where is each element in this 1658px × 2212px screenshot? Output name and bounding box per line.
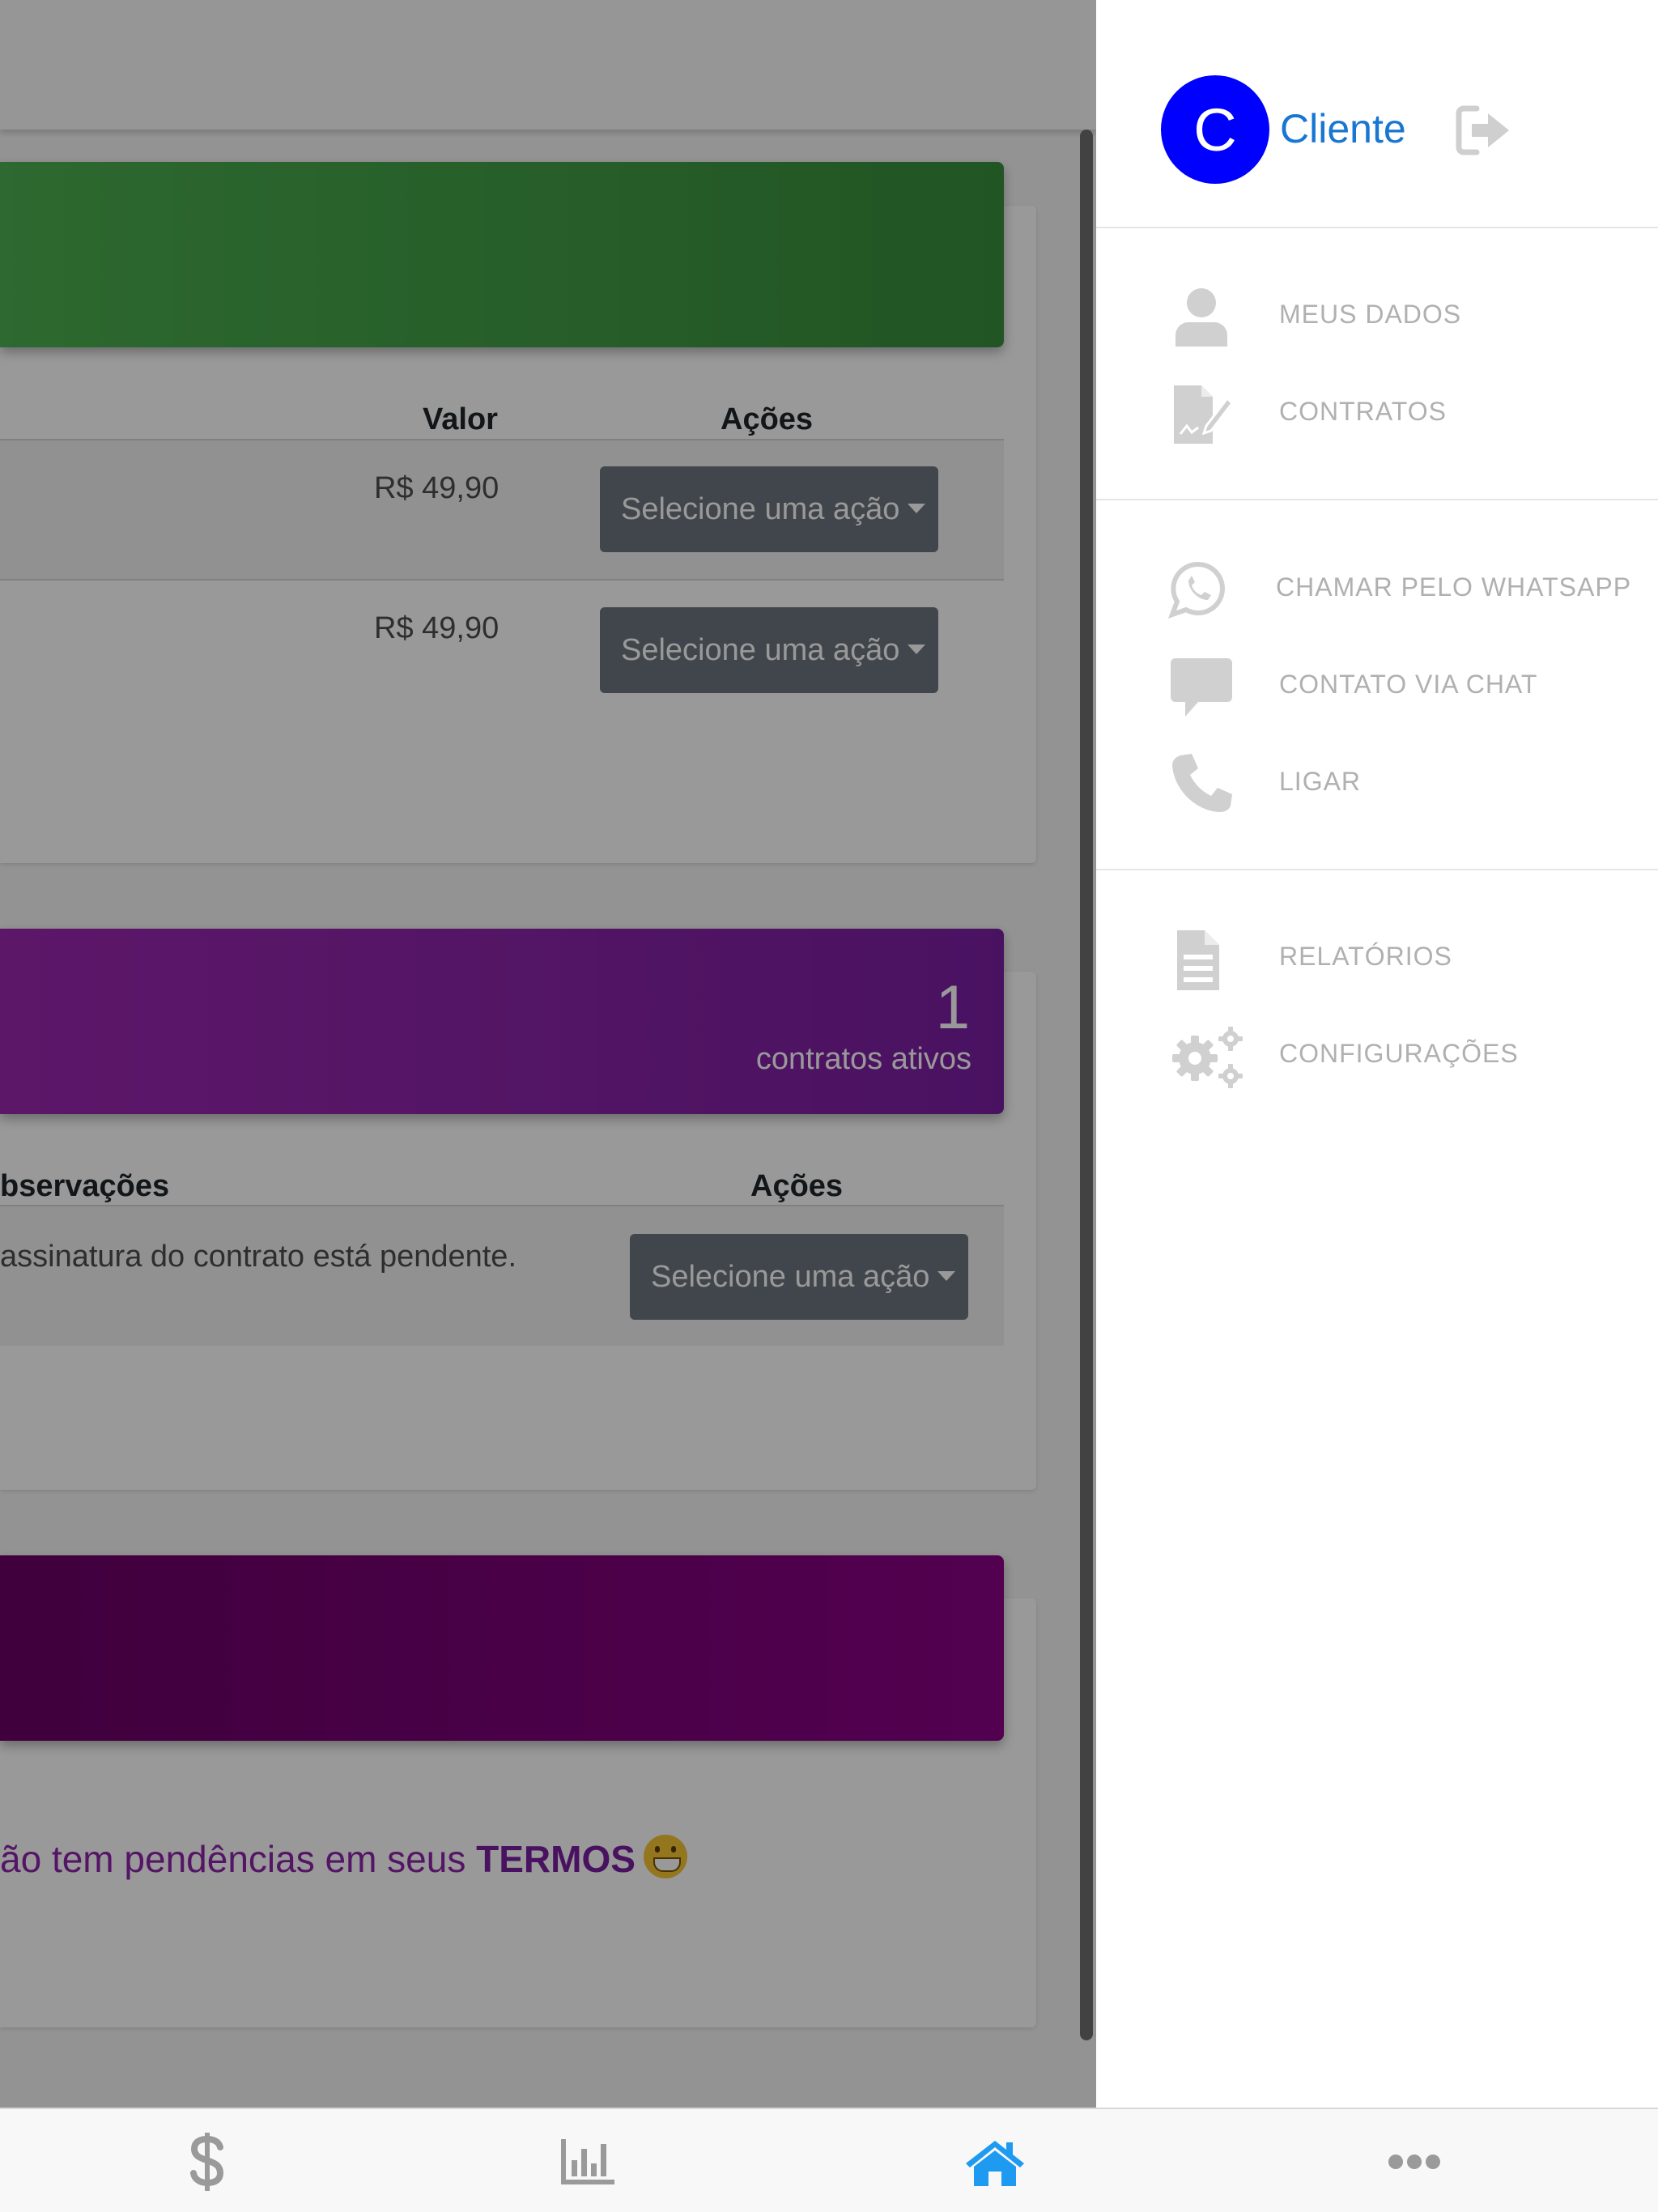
phone-icon bbox=[1172, 754, 1232, 812]
avatar[interactable]: C bbox=[1161, 75, 1269, 184]
user-icon bbox=[1175, 288, 1227, 347]
menu-item-label: CONFIGURAÇÕES bbox=[1279, 1039, 1519, 1068]
bottom-tab-bar bbox=[0, 2108, 1658, 2212]
drawer-backdrop[interactable] bbox=[0, 0, 1096, 2108]
contract-sign-icon bbox=[1174, 385, 1234, 444]
tab-financeiro[interactable] bbox=[0, 2109, 414, 2212]
navigation-drawer: C Cliente MEUS DADOS CONTRATOS CHAMAR PE… bbox=[1096, 0, 1658, 2108]
menu-item-meus-dados[interactable]: MEUS DADOS bbox=[1096, 274, 1658, 355]
report-icon bbox=[1177, 930, 1219, 990]
menu-item-label: CONTATO VIA CHAT bbox=[1279, 670, 1538, 699]
menu-item-label: CHAMAR PELO WHATSAPP bbox=[1276, 572, 1632, 602]
menu-item-whatsapp[interactable]: CHAMAR PELO WHATSAPP bbox=[1096, 547, 1658, 627]
dollar-icon bbox=[190, 2132, 224, 2191]
bar-chart-icon bbox=[561, 2138, 614, 2184]
menu-item-relatorios[interactable]: RELATÓRIOS bbox=[1096, 916, 1658, 997]
gears-icon bbox=[1172, 1027, 1243, 1088]
menu-item-configuracoes[interactable]: CONFIGURAÇÕES bbox=[1096, 1013, 1658, 1094]
menu-item-contratos[interactable]: CONTRATOS bbox=[1096, 371, 1658, 452]
drawer-divider bbox=[1096, 227, 1658, 228]
menu-item-label: CONTRATOS bbox=[1279, 397, 1447, 426]
drawer-divider bbox=[1096, 499, 1658, 500]
drawer-divider bbox=[1096, 869, 1658, 870]
menu-item-ligar[interactable]: LIGAR bbox=[1096, 741, 1658, 822]
home-icon bbox=[966, 2140, 1024, 2186]
more-icon bbox=[1388, 2154, 1440, 2169]
tab-home[interactable] bbox=[788, 2109, 1202, 2212]
menu-item-label: LIGAR bbox=[1279, 767, 1362, 796]
menu-item-label: MEUS DADOS bbox=[1279, 300, 1462, 329]
user-name[interactable]: Cliente bbox=[1280, 105, 1406, 152]
tab-mais[interactable] bbox=[1207, 2109, 1622, 2212]
tab-relatorios[interactable] bbox=[380, 2109, 795, 2212]
menu-item-chat[interactable]: CONTATO VIA CHAT bbox=[1096, 644, 1658, 725]
menu-item-label: RELATÓRIOS bbox=[1279, 942, 1452, 971]
whatsapp-icon bbox=[1167, 561, 1225, 619]
chat-bubble-icon bbox=[1171, 658, 1232, 717]
logout-icon[interactable] bbox=[1456, 104, 1512, 157]
